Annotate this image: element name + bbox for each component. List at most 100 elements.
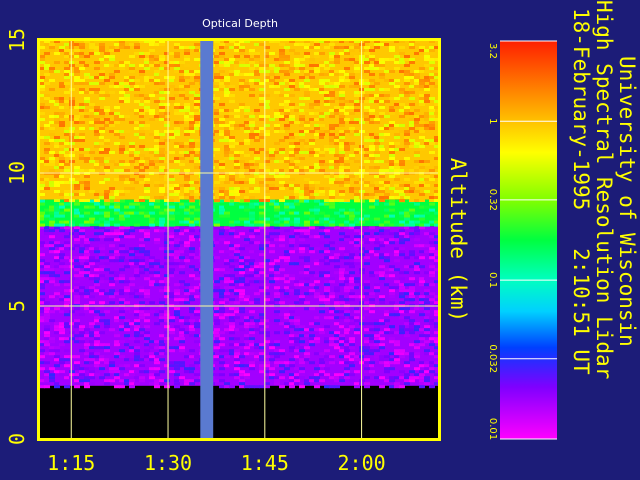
layer-cell xyxy=(64,82,70,85)
layer-cell xyxy=(304,382,310,386)
layer-cell xyxy=(344,376,350,380)
layer-cell xyxy=(64,325,70,329)
layer-cell xyxy=(84,154,90,157)
layer-cell xyxy=(394,343,400,347)
layer-cell xyxy=(64,70,70,73)
layer-cell xyxy=(189,88,195,91)
layer-cell xyxy=(259,97,265,100)
layer-cell xyxy=(319,370,325,374)
layer-cell xyxy=(234,163,240,166)
layer-cell xyxy=(234,67,240,70)
layer-cell xyxy=(379,307,385,311)
layer-cell xyxy=(144,295,150,299)
layer-cell xyxy=(329,64,335,67)
layer-cell xyxy=(249,121,255,124)
layer-cell xyxy=(254,292,260,296)
layer-cell xyxy=(119,367,125,371)
layer-cell xyxy=(339,154,345,157)
layer-cell xyxy=(394,280,400,284)
layer-cell xyxy=(309,271,315,275)
layer-cell xyxy=(239,124,245,127)
layer-cell xyxy=(324,271,330,275)
layer-cell xyxy=(294,187,300,190)
layer-cell xyxy=(79,61,85,64)
layer-cell xyxy=(424,310,430,314)
layer-cell xyxy=(304,178,310,181)
layer-cell xyxy=(169,208,175,212)
layer-cell xyxy=(429,52,435,55)
layer-cell xyxy=(239,247,245,251)
layer-cell xyxy=(429,151,435,154)
layer-cell xyxy=(394,268,400,272)
layer-cell xyxy=(74,301,80,305)
layer-cell xyxy=(164,112,170,115)
layer-cell xyxy=(284,367,290,371)
layer-cell xyxy=(234,226,240,230)
layer-cell xyxy=(194,193,200,196)
layer-cell xyxy=(399,295,405,299)
layer-cell xyxy=(364,358,370,362)
layer-cell xyxy=(74,316,80,320)
layer-cell xyxy=(364,259,370,263)
layer-cell xyxy=(89,295,95,299)
layer-cell xyxy=(284,46,290,49)
layer-cell xyxy=(234,301,240,305)
layer-cell xyxy=(214,328,220,332)
layer-cell xyxy=(49,157,55,160)
layer-cell xyxy=(224,250,230,254)
layer-cell xyxy=(139,205,145,209)
layer-cell xyxy=(279,352,285,356)
layer-cell xyxy=(109,160,115,163)
layer-cell xyxy=(344,118,350,121)
layer-cell xyxy=(229,175,235,178)
layer-cell xyxy=(154,361,160,365)
layer-cell xyxy=(364,256,370,260)
layer-cell xyxy=(44,361,50,365)
layer-cell xyxy=(424,334,430,338)
layer-cell xyxy=(224,214,230,218)
layer-cell xyxy=(234,202,240,206)
layer-cell xyxy=(429,208,435,212)
layer-cell xyxy=(89,256,95,260)
layer-cell xyxy=(214,226,220,230)
layer-cell xyxy=(144,127,150,130)
layer-cell xyxy=(74,241,80,245)
layer-cell xyxy=(114,49,120,52)
layer-cell xyxy=(129,187,135,190)
layer-cell xyxy=(299,136,305,139)
layer-cell xyxy=(49,79,55,82)
layer-cell xyxy=(379,385,385,389)
layer-cell xyxy=(394,133,400,136)
layer-cell xyxy=(184,232,190,236)
layer-cell xyxy=(54,199,60,202)
layer-cell xyxy=(59,151,65,154)
layer-cell xyxy=(339,334,345,338)
layer-cell xyxy=(184,184,190,187)
layer-cell xyxy=(324,46,330,49)
layer-cell xyxy=(124,223,130,227)
layer-cell xyxy=(139,244,145,248)
layer-cell xyxy=(279,211,285,215)
x-tick-label: 1:30 xyxy=(144,451,192,475)
layer-cell xyxy=(404,184,410,187)
layer-cell xyxy=(79,121,85,124)
layer-cell xyxy=(94,118,100,121)
layer-cell xyxy=(289,145,295,148)
info-line-1: University of Wisconsin xyxy=(615,56,639,347)
layer-cell xyxy=(419,130,425,133)
layer-cell xyxy=(284,256,290,260)
layer-cell xyxy=(384,229,390,233)
layer-cell xyxy=(244,85,250,88)
layer-cell xyxy=(294,52,300,55)
layer-cell xyxy=(74,217,80,221)
layer-cell xyxy=(139,364,145,368)
layer-cell xyxy=(259,256,265,260)
layer-cell xyxy=(279,49,285,52)
layer-cell xyxy=(424,79,430,82)
layer-cell xyxy=(219,160,225,163)
layer-cell xyxy=(179,226,185,230)
layer-cell xyxy=(364,136,370,139)
layer-cell xyxy=(54,118,60,121)
layer-cell xyxy=(249,148,255,151)
layer-cell xyxy=(429,247,435,251)
